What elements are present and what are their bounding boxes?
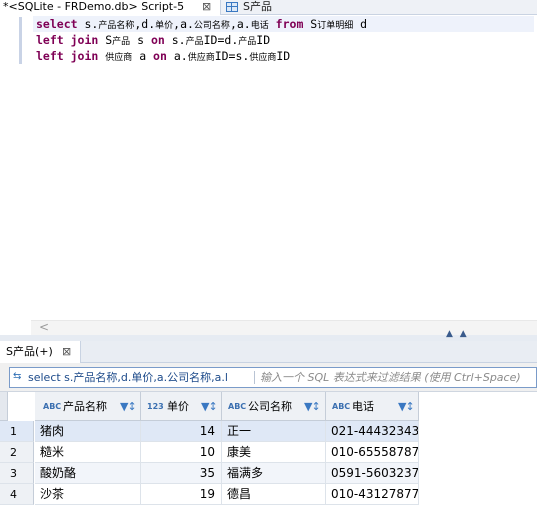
cell-unit-price[interactable]: 19 <box>141 484 222 505</box>
sql-token: S <box>303 17 318 31</box>
cell-phone[interactable]: 010-43127877 <box>326 484 419 505</box>
grid-corner[interactable] <box>0 392 8 421</box>
tab-s-product[interactable]: S产品 <box>224 0 284 15</box>
filter-bar: ⇆ select s.产品名称,d.单价,a.公司名称,a.l 输入一个 SQL… <box>0 363 537 391</box>
sql-token: a. <box>166 49 188 63</box>
sql-editor[interactable]: select s.产品名称,d.单价,a.公司名称,a.电话 from S订单明… <box>0 15 537 335</box>
sql-token: 产品 <box>112 37 131 47</box>
cell-unit-price[interactable]: 10 <box>141 442 222 463</box>
tab-result-s-product[interactable]: S产品(+) ⊠ <box>0 341 81 363</box>
column-name: 公司名称 <box>248 400 292 413</box>
sql-text[interactable]: select s.产品名称,d.单价,a.公司名称,a.电话 from S订单明… <box>33 16 534 64</box>
sql-token: ID <box>276 49 291 63</box>
sql-token: 供应商 <box>105 53 133 63</box>
column-header-product-name[interactable]: ABC 产品名称 ▼↕ <box>35 392 141 421</box>
cell-company-name[interactable]: 福满多 <box>222 463 326 484</box>
filter-separator <box>254 371 255 384</box>
sql-token: ,d. <box>134 17 156 31</box>
filter-sort-icon[interactable]: ▼↕ <box>398 392 415 421</box>
result-tab-label: S产品(+) <box>6 345 53 358</box>
close-icon[interactable]: ⊠ <box>202 0 211 14</box>
sql-token: 产品 <box>238 37 257 47</box>
filter-history-icon[interactable]: ⇆ <box>13 371 25 383</box>
cell-company-name[interactable]: 康美 <box>222 442 326 463</box>
close-icon[interactable]: ⊠ <box>62 341 71 363</box>
text-type-icon: ABC <box>43 402 62 411</box>
cell-product-name[interactable]: 酸奶酪 <box>35 463 141 484</box>
text-type-icon: ABC <box>332 402 351 411</box>
sql-token: s <box>130 33 151 47</box>
sql-token: ,a. <box>229 17 251 31</box>
sql-keyword: on <box>150 33 165 47</box>
results-grid[interactable]: ABC 产品名称 ▼↕ 123 单价 ▼↕ ABC 公司名称 ▼↕ ABC 电话… <box>0 391 537 505</box>
cell-phone[interactable]: 010-65558787 <box>326 442 419 463</box>
column-header-unit-price[interactable]: 123 单价 ▼↕ <box>141 392 222 421</box>
sql-keyword: left join <box>36 49 99 63</box>
sql-token: s. <box>164 33 186 47</box>
sql-token: 供应商 <box>249 53 277 63</box>
filter-sort-icon[interactable]: ▼↕ <box>201 392 218 421</box>
cell-unit-price[interactable]: 14 <box>141 421 222 442</box>
cell-product-name[interactable]: 沙茶 <box>35 484 141 505</box>
sql-token: 公司名称 <box>193 21 230 31</box>
sql-token: ID=s. <box>214 49 250 63</box>
sql-line-1[interactable]: select s.产品名称,d.单价,a.公司名称,a.电话 from S订单明… <box>33 16 534 32</box>
cell-product-name[interactable]: 猪肉 <box>35 421 141 442</box>
editor-tab-bar: *<SQLite - FRDemo.db> Script-5 ⊠ S产品 <box>0 0 537 15</box>
cell-product-name[interactable]: 糙米 <box>35 442 141 463</box>
filter-sort-icon[interactable]: ▼↕ <box>304 392 321 421</box>
sql-token: ID <box>256 33 271 47</box>
scroll-left-icon[interactable]: < <box>39 320 49 334</box>
maximize-arrows-icon[interactable]: ▲ ▲ <box>446 329 469 339</box>
cell-company-name[interactable]: 德昌 <box>222 484 326 505</box>
sql-token: a <box>132 49 154 63</box>
filter-placeholder[interactable]: 输入一个 SQL 表达式来过滤结果 (使用 Ctrl+Space) <box>260 368 536 387</box>
table-icon <box>226 2 238 12</box>
filter-sort-icon[interactable]: ▼↕ <box>120 392 137 421</box>
sql-token: s. <box>77 17 99 31</box>
sql-keyword: select <box>36 17 78 31</box>
sql-token: ID=d. <box>203 33 239 47</box>
row-number[interactable]: 1 <box>0 421 34 442</box>
cell-phone[interactable]: 021-44432343 <box>326 421 419 442</box>
sql-token: d <box>353 17 368 31</box>
sql-keyword: left join <box>36 33 99 47</box>
sql-line-3[interactable]: left join 供应商 a on a.供应商ID=s.供应商ID <box>36 48 534 64</box>
statement-marker <box>19 17 22 64</box>
cell-phone[interactable]: 0591-5603237 <box>326 463 419 484</box>
sql-token: 产品名称 <box>98 21 135 31</box>
sql-token: 供应商 <box>187 53 215 63</box>
column-header-company-name[interactable]: ABC 公司名称 ▼↕ <box>222 392 326 421</box>
result-tab-bar: S产品(+) ⊠ <box>0 341 537 363</box>
tab-script-5-label: *<SQLite - FRDemo.db> Script-5 <box>3 0 185 13</box>
sql-token: 产品 <box>185 37 204 47</box>
column-name: 产品名称 <box>63 400 107 413</box>
sql-token: 订单明细 <box>317 21 354 31</box>
column-header-phone[interactable]: ABC 电话 ▼↕ <box>326 392 419 421</box>
row-number[interactable]: 4 <box>0 484 34 505</box>
number-type-icon: 123 <box>147 402 164 411</box>
text-type-icon: ABC <box>228 402 247 411</box>
filter-input[interactable]: ⇆ select s.产品名称,d.单价,a.公司名称,a.l 输入一个 SQL… <box>9 367 537 388</box>
editor-ruler <box>0 15 31 320</box>
column-name: 电话 <box>352 400 374 413</box>
sql-line-2[interactable]: left join S产品 s on s.产品ID=d.产品ID <box>36 32 534 48</box>
sql-token: 单价 <box>155 21 174 31</box>
sql-token: 电话 <box>250 21 269 31</box>
row-number[interactable]: 3 <box>0 463 34 484</box>
sql-keyword: from <box>275 17 304 31</box>
cell-unit-price[interactable]: 35 <box>141 463 222 484</box>
cell-company-name[interactable]: 正一 <box>222 421 326 442</box>
sql-token: ,a. <box>173 17 194 31</box>
tab-s-product-label: S产品 <box>243 0 272 13</box>
sql-keyword: on <box>153 49 167 63</box>
column-name: 单价 <box>167 400 189 413</box>
filter-query-text: select s.产品名称,d.单价,a.公司名称,a.l <box>28 371 228 384</box>
row-number[interactable]: 2 <box>0 442 34 463</box>
tab-script-5[interactable]: *<SQLite - FRDemo.db> Script-5 ⊠ <box>0 0 221 15</box>
sql-token: S <box>98 33 113 47</box>
